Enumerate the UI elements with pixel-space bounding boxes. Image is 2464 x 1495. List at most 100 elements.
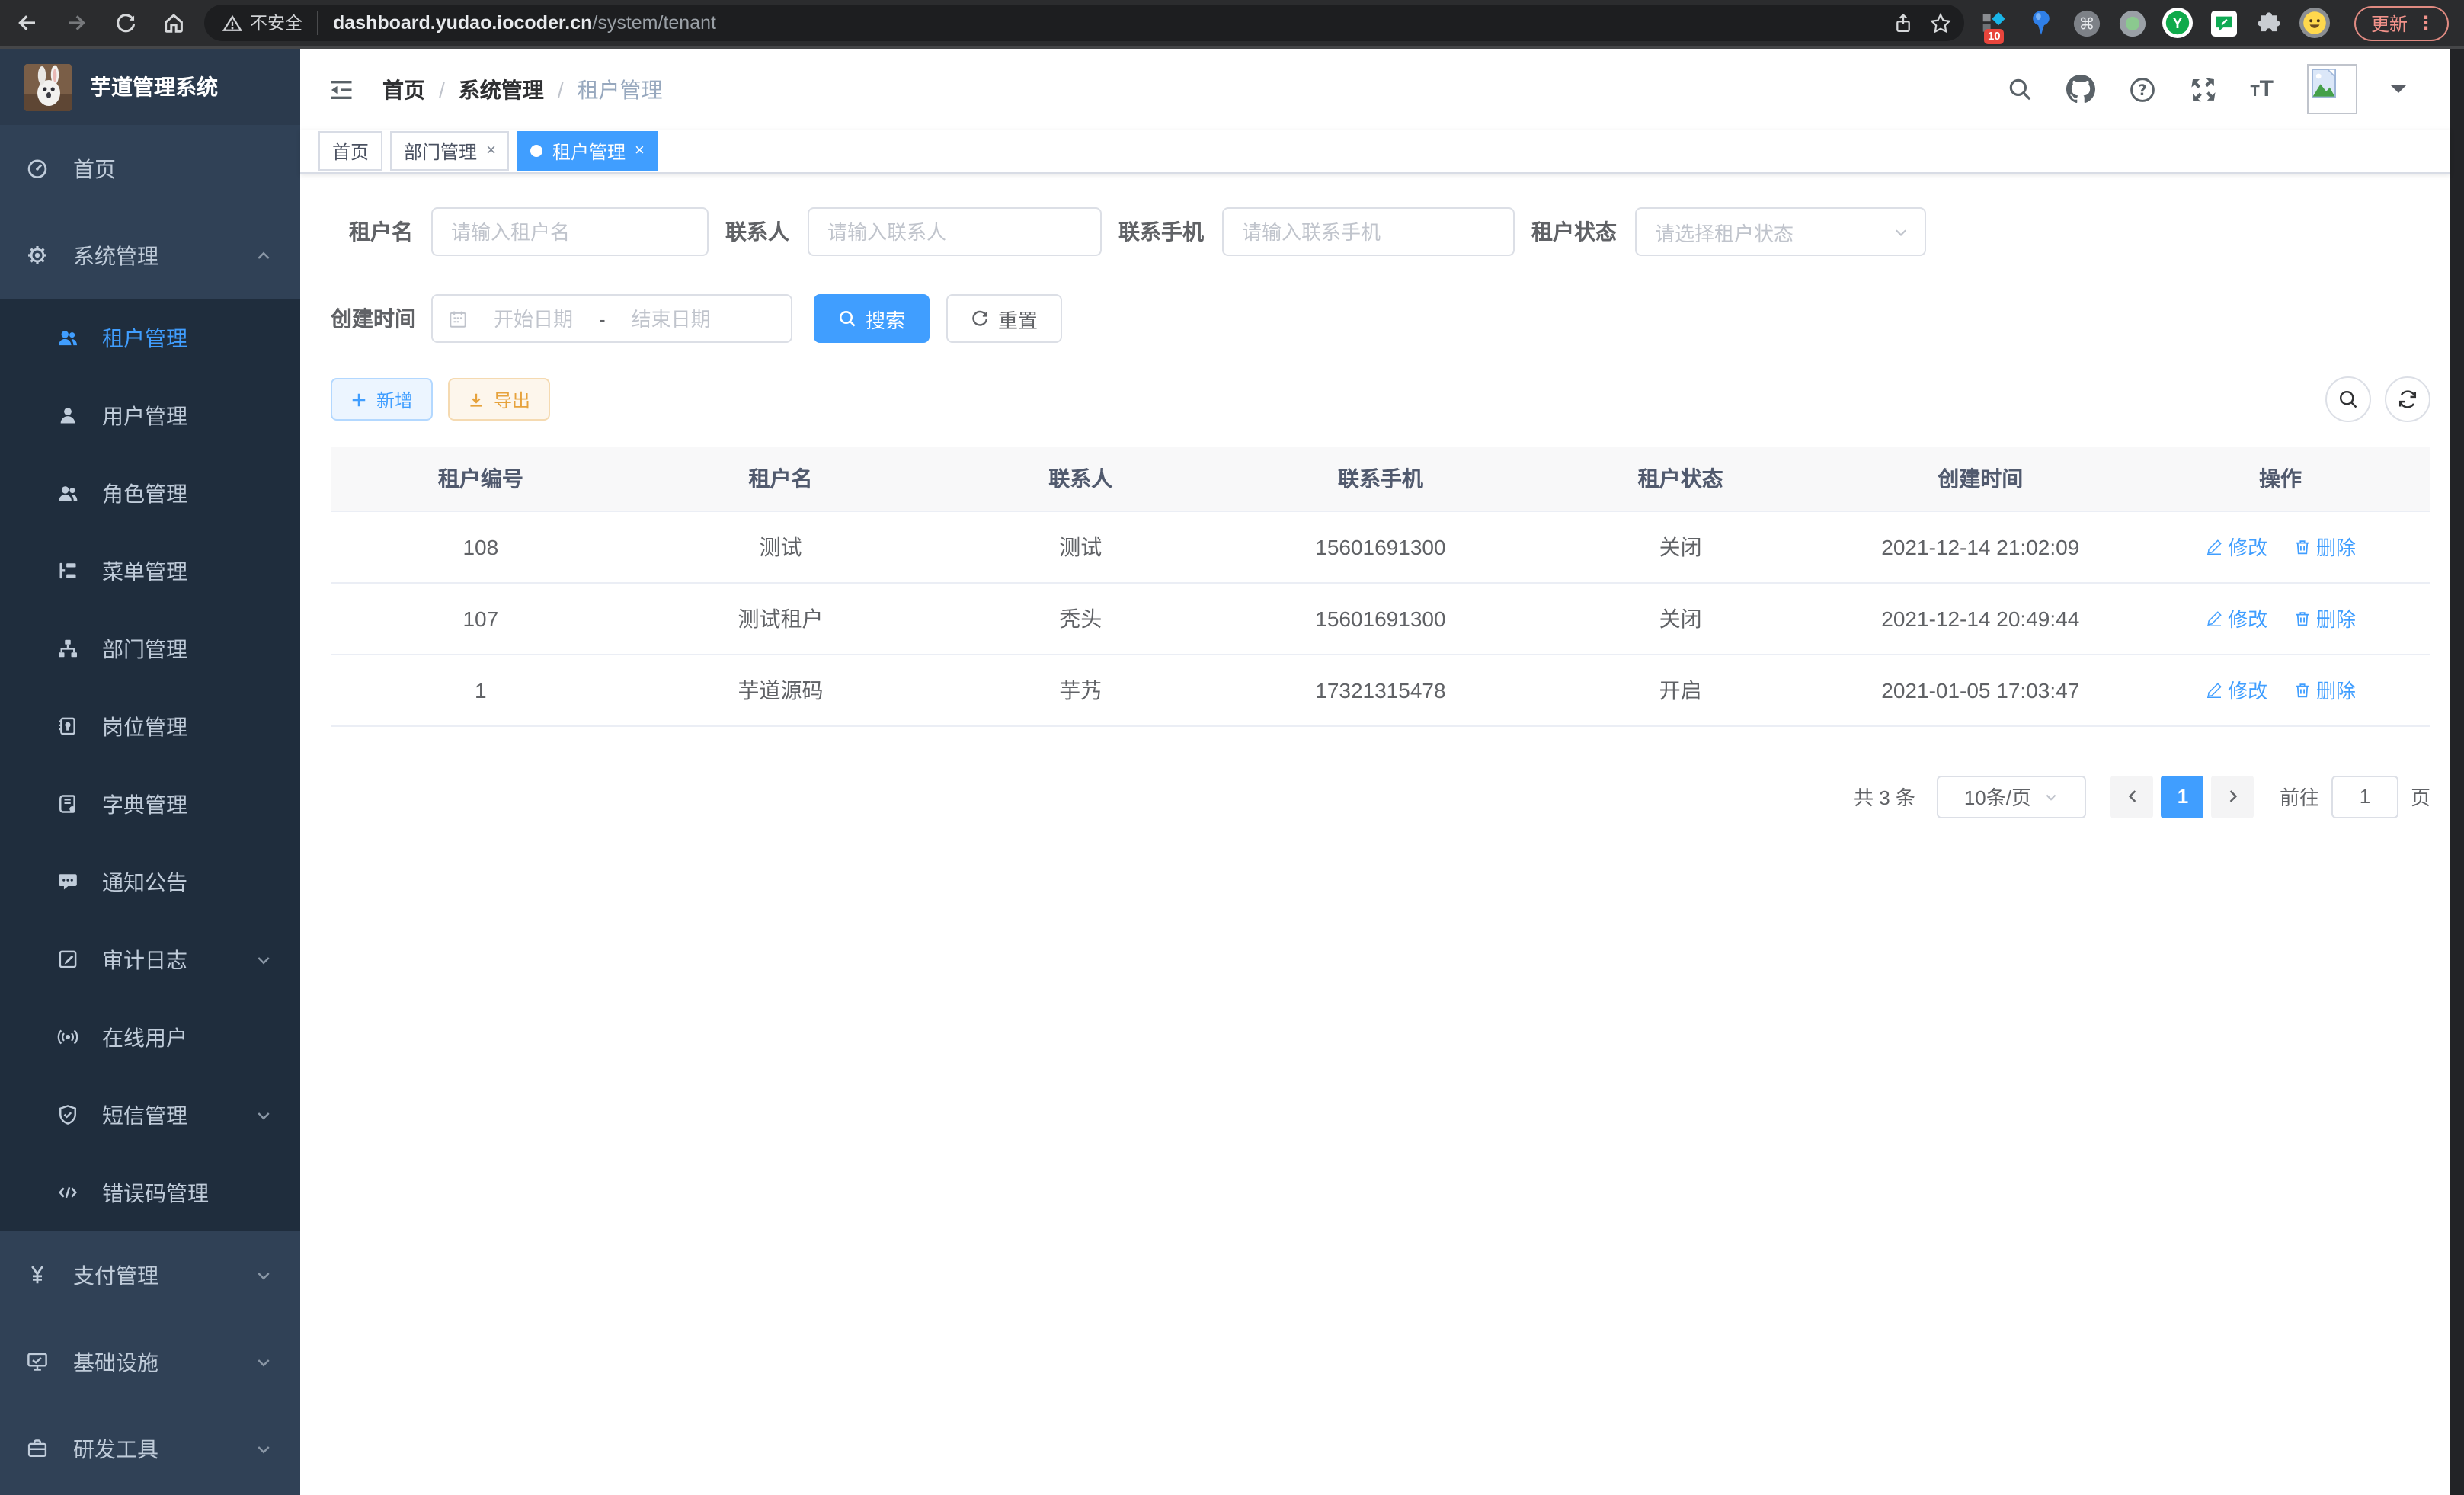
- tag-home[interactable]: 首页: [318, 131, 382, 171]
- next-page-button[interactable]: [2212, 775, 2254, 818]
- pagination-total: 共 3 条: [1854, 782, 1915, 811]
- goto-page-input[interactable]: [2331, 775, 2398, 818]
- sidebar-item-dict[interactable]: 字典管理: [0, 765, 300, 843]
- sidebar-item-role[interactable]: 角色管理: [0, 454, 300, 532]
- table-row: 1 芋道源码 芋艿 17321315478 开启 2021-01-05 17:0…: [331, 654, 2430, 725]
- sidebar-item-user[interactable]: 用户管理: [0, 376, 300, 454]
- share-icon[interactable]: [1893, 11, 1914, 34]
- pagination-goto: 前往 页: [2280, 775, 2430, 818]
- page-number-1[interactable]: 1: [2162, 775, 2204, 818]
- tag-dept[interactable]: 部门管理×: [390, 131, 510, 171]
- system-submenu: 租户管理 用户管理 角色管理 菜单管理 部门管理: [0, 299, 300, 1231]
- tags-view-bar: 首页 部门管理× 租户管理×: [300, 130, 2450, 174]
- breadcrumb-system[interactable]: 系统管理: [459, 74, 544, 104]
- sidebar: 芋道管理系统 首页 系统管理 租户管理 用户管理: [0, 49, 300, 1495]
- home-icon[interactable]: [155, 5, 192, 41]
- edit-button[interactable]: 修改: [2205, 603, 2267, 632]
- date-start-input[interactable]: [477, 307, 590, 330]
- status-select[interactable]: 请选择租户状态: [1635, 207, 1926, 256]
- back-icon[interactable]: [9, 5, 46, 41]
- edit-button[interactable]: 修改: [2205, 532, 2267, 561]
- toolbox-icon: [26, 1437, 49, 1460]
- table-refresh-icon[interactable]: [2385, 376, 2430, 422]
- user-menu-caret-icon[interactable]: [2391, 85, 2406, 101]
- table-header-row: 租户编号 租户名 联系人 联系手机 租户状态 创建时间 操作: [331, 447, 2430, 511]
- sidebar-item-error-code[interactable]: 错误码管理: [0, 1154, 300, 1231]
- browser-update-button[interactable]: 更新 ⋮: [2354, 5, 2449, 40]
- date-range-picker[interactable]: -: [431, 294, 792, 343]
- browser-menu-icon[interactable]: ⋮: [2417, 12, 2435, 34]
- delete-button[interactable]: 删除: [2293, 603, 2356, 632]
- tag-tenant[interactable]: 租户管理×: [517, 131, 658, 171]
- reset-button[interactable]: 重置: [946, 294, 1062, 343]
- breadcrumb-current: 租户管理: [578, 74, 663, 104]
- bookmark-star-icon[interactable]: [1929, 11, 1952, 34]
- date-separator: -: [599, 307, 606, 330]
- sidebar-item-system[interactable]: 系统管理: [0, 212, 300, 299]
- contact-input[interactable]: [808, 207, 1102, 256]
- sidebar-item-tenant[interactable]: 租户管理: [0, 299, 300, 376]
- plus-icon: [350, 391, 367, 408]
- page-size-select[interactable]: 10条/页: [1937, 775, 2086, 818]
- extension-balloon-icon[interactable]: [2025, 7, 2057, 39]
- security-chip[interactable]: 不安全: [222, 11, 318, 35]
- sidebar-item-online-users[interactable]: 在线用户: [0, 998, 300, 1076]
- close-icon[interactable]: ×: [486, 142, 496, 160]
- delete-button[interactable]: 删除: [2293, 675, 2356, 704]
- sidebar-item-sms[interactable]: 短信管理: [0, 1076, 300, 1154]
- sidebar-item-infra[interactable]: 基础设施: [0, 1318, 300, 1405]
- profile-avatar-icon[interactable]: [2299, 7, 2331, 39]
- add-button[interactable]: 新增: [331, 378, 433, 421]
- font-size-icon[interactable]: TT: [2250, 78, 2274, 101]
- edit-pencil-icon: [2205, 680, 2223, 699]
- breadcrumb-separator: /: [558, 77, 564, 101]
- fullscreen-icon[interactable]: [2189, 75, 2216, 103]
- extension-command-icon[interactable]: ⌘: [2071, 7, 2103, 39]
- edit-button[interactable]: 修改: [2205, 675, 2267, 704]
- tenant-name-input[interactable]: [431, 207, 709, 256]
- pagination: 共 3 条 10条/页 1 前往 页: [331, 775, 2430, 818]
- avatar[interactable]: [2307, 64, 2357, 114]
- github-icon[interactable]: [2066, 75, 2094, 104]
- delete-button[interactable]: 删除: [2293, 532, 2356, 561]
- export-button[interactable]: 导出: [448, 378, 550, 421]
- prev-page-button[interactable]: [2111, 775, 2154, 818]
- sidebar-item-home[interactable]: 首页: [0, 125, 300, 212]
- extension-y-icon[interactable]: Y: [2162, 7, 2194, 39]
- forward-icon[interactable]: [58, 5, 94, 41]
- reload-icon[interactable]: [107, 5, 143, 41]
- close-icon[interactable]: ×: [635, 142, 645, 160]
- navbar-actions: ? TT: [2006, 64, 2406, 114]
- edit-pencil-icon: [2205, 537, 2223, 555]
- sidebar-item-dev-tools[interactable]: 研发工具: [0, 1405, 300, 1492]
- tenant-table: 租户编号 租户名 联系人 联系手机 租户状态 创建时间 操作 108 测试: [331, 447, 2430, 726]
- sidebar-fold-icon[interactable]: [328, 75, 355, 103]
- extension-chat-icon[interactable]: [2208, 7, 2240, 39]
- breadcrumb-home[interactable]: 首页: [382, 74, 425, 104]
- mobile-input[interactable]: [1222, 207, 1515, 256]
- sidebar-item-audit-log[interactable]: 审计日志: [0, 920, 300, 998]
- extension-record-icon[interactable]: [2117, 7, 2149, 39]
- date-end-input[interactable]: [615, 307, 728, 330]
- sidebar-item-dept[interactable]: 部门管理: [0, 610, 300, 687]
- breadcrumb: 首页 / 系统管理 / 租户管理: [382, 74, 663, 104]
- sidebar-item-menu[interactable]: 菜单管理: [0, 532, 300, 610]
- extensions-puzzle-icon[interactable]: [2254, 7, 2286, 39]
- table-search-toggle-icon[interactable]: [2325, 376, 2371, 422]
- help-icon[interactable]: ?: [2128, 75, 2155, 103]
- chevron-up-icon: [254, 246, 273, 264]
- search-button[interactable]: 搜索: [814, 294, 930, 343]
- trash-icon: [2293, 680, 2312, 699]
- calendar-icon: [448, 309, 468, 328]
- col-status: 租户状态: [1531, 447, 1831, 511]
- search-icon[interactable]: [2006, 76, 2032, 102]
- address-bar[interactable]: 不安全 dashboard.yudao.iocoder.cn/system/te…: [204, 5, 1964, 41]
- monitor-icon: [26, 1350, 49, 1373]
- sidebar-item-notice[interactable]: 通知公告: [0, 843, 300, 920]
- extension-badge: 10: [1984, 29, 2005, 43]
- sidebar-item-pay[interactable]: 支付管理: [0, 1231, 300, 1318]
- col-actions: 操作: [2130, 447, 2430, 511]
- sidebar-item-post[interactable]: 岗位管理: [0, 687, 300, 765]
- refresh-icon: [971, 309, 989, 328]
- extension-tag-icon[interactable]: 10: [1979, 7, 2011, 39]
